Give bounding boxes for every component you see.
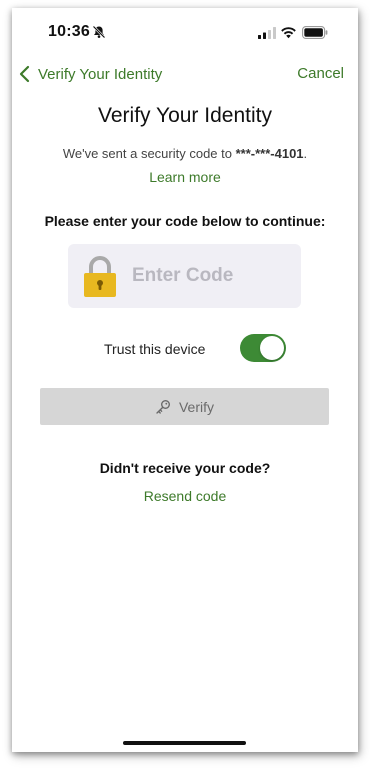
didnt-receive-heading: Didn't receive your code? (99, 460, 271, 476)
code-entry-box[interactable] (68, 244, 301, 308)
toggle-knob (260, 336, 284, 360)
navigation-bar: Verify Your Identity Cancel (12, 60, 358, 90)
page-title: Verify Your Identity (98, 104, 272, 127)
padlock-icon (84, 256, 116, 297)
status-bar: 10:36 (12, 8, 358, 56)
status-time: 10:36 (48, 23, 90, 40)
code-instruction: Please enter your code below to continue… (44, 213, 326, 229)
learn-more-link[interactable]: Learn more (12, 169, 358, 185)
code-input[interactable] (132, 262, 292, 290)
back-button[interactable]: Verify Your Identity (18, 62, 162, 86)
trust-device-toggle[interactable] (240, 334, 286, 362)
phone-screen: 10:36 Verify Your Identity Cancel Verify… (12, 8, 358, 752)
verify-button[interactable]: Verify (40, 388, 329, 425)
trust-device-label: Trust this device (104, 341, 206, 357)
back-button-label: Verify Your Identity (38, 65, 163, 83)
resend-code-link[interactable]: Resend code (12, 488, 358, 504)
bell-slash-icon (92, 25, 106, 39)
code-sent-suffix: . (303, 146, 308, 161)
chevron-left-icon (19, 65, 30, 83)
cancel-button[interactable]: Cancel (297, 65, 344, 82)
code-sent-message: We've sent a security code to ***-***-41… (12, 146, 358, 161)
masked-phone-number: ***-***-4101 (235, 146, 304, 161)
wifi-icon (281, 27, 296, 39)
home-indicator[interactable] (123, 741, 246, 745)
verify-button-label: Verify (178, 398, 214, 415)
cellular-signal-icon (258, 27, 276, 39)
key-icon (156, 399, 170, 414)
battery-icon (302, 26, 328, 39)
code-sent-text: We've sent a security code to (62, 146, 236, 161)
